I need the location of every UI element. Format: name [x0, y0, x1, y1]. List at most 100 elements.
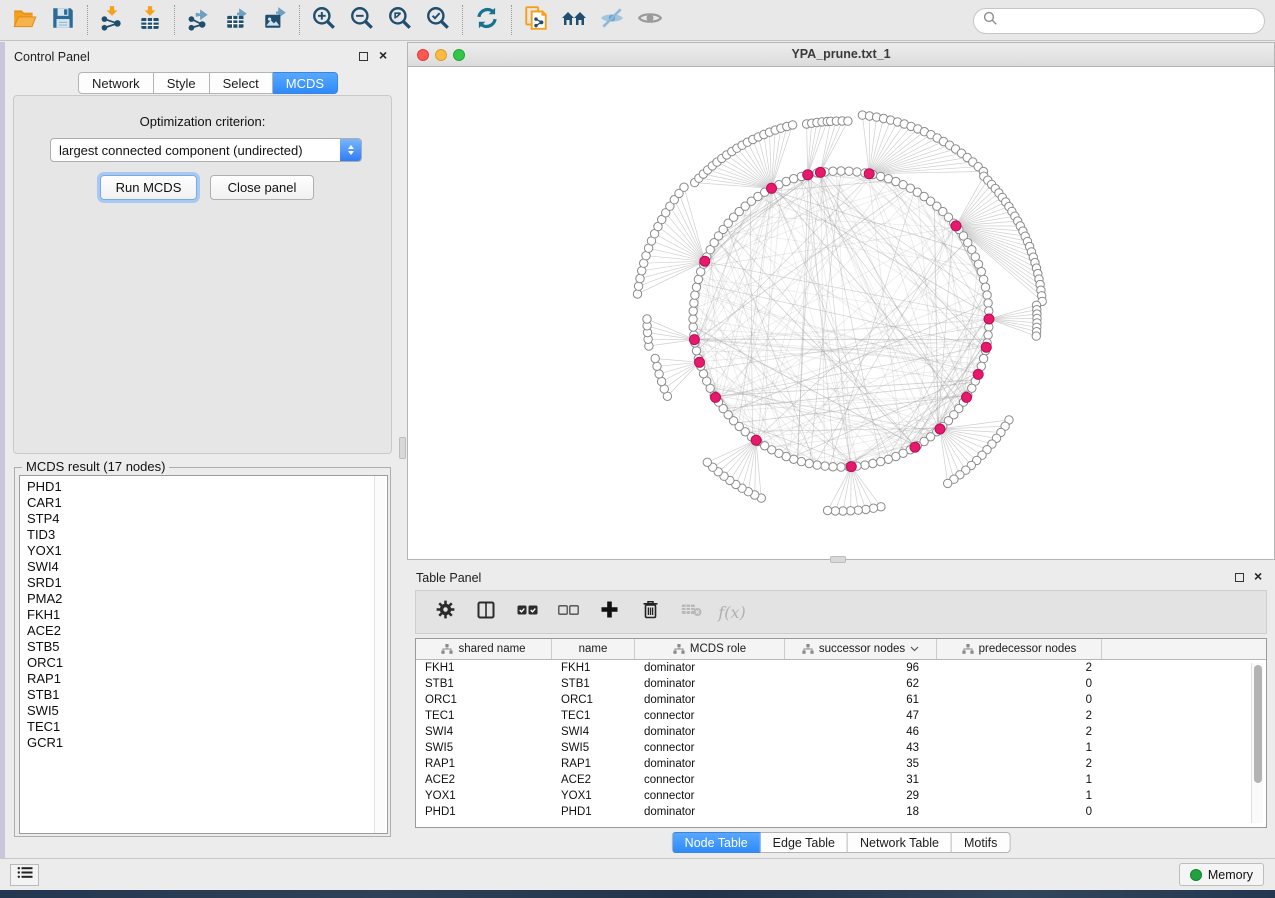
close-panel-button[interactable]: Close panel [210, 175, 314, 200]
mcds-result-item[interactable]: SRD1 [27, 575, 387, 591]
table-row[interactable]: SWI4SWI4dominator462 [416, 724, 1266, 740]
import-table-button[interactable] [131, 2, 169, 38]
import-network-icon [99, 5, 125, 36]
mcds-result-list: PHD1CAR1STP4TID3YOX1SWI4SRD1PMA2FKH1ACE2… [19, 475, 388, 834]
cell-shared-name: SWI4 [416, 726, 552, 738]
tab-style[interactable]: Style [154, 72, 210, 94]
mcds-result-item[interactable]: SWI5 [27, 703, 387, 719]
run-mcds-button[interactable]: Run MCDS [100, 175, 197, 200]
mcds-result-item[interactable]: CAR1 [27, 495, 387, 511]
mcds-panel: Optimization criterion: largest connecte… [13, 95, 392, 454]
network-canvas[interactable] [408, 67, 1274, 559]
add-column-button[interactable] [596, 599, 622, 625]
close-panel-icon[interactable]: × [1254, 568, 1262, 584]
cell-shared-name: SWI5 [416, 742, 552, 754]
table-scrollbar[interactable] [1251, 663, 1263, 823]
tab-motifs[interactable]: Motifs [952, 832, 1010, 853]
select-stepper-icon [340, 139, 361, 161]
first-neighbors-button[interactable] [555, 2, 593, 38]
column-header-predecessor-nodes[interactable]: predecessor nodes [937, 639, 1102, 659]
tab-network-table[interactable]: Network Table [848, 832, 952, 853]
show-all-button[interactable] [631, 2, 669, 38]
zoom-fit-button[interactable] [381, 2, 419, 38]
select-all-button[interactable] [514, 599, 540, 625]
mcds-result-item[interactable]: GCR1 [27, 735, 387, 751]
mcds-result-item[interactable]: TID3 [27, 527, 387, 543]
mcds-result-item[interactable]: RAP1 [27, 671, 387, 687]
table-settings-button[interactable] [432, 599, 458, 625]
cell-mcds-role: connector [635, 710, 785, 722]
table-row[interactable]: PHD1PHD1dominator180 [416, 804, 1266, 820]
tab-mcds[interactable]: MCDS [273, 72, 338, 94]
mcds-result-item[interactable]: PHD1 [27, 479, 387, 495]
tab-node-table[interactable]: Node Table [672, 832, 761, 853]
refresh-view-button[interactable] [468, 2, 506, 38]
cell-successor-nodes: 18 [785, 806, 937, 818]
mcds-result-item[interactable]: PMA2 [27, 591, 387, 607]
open-file-button[interactable] [6, 2, 44, 38]
function-builder-button[interactable]: f(x) [719, 599, 745, 625]
cell-predecessor-nodes: 2 [937, 726, 1102, 738]
column-header-shared-name[interactable]: shared name [416, 639, 552, 659]
export-image-button[interactable] [256, 2, 294, 38]
table-row[interactable]: TEC1TEC1connector472 [416, 708, 1266, 724]
control-panel: Control Panel × NetworkStyleSelectMCDS O… [5, 42, 400, 858]
export-network-button[interactable] [180, 2, 218, 38]
horizontal-splitter-handle[interactable] [830, 556, 846, 563]
column-layout-button[interactable] [473, 599, 499, 625]
mcds-result-item[interactable]: STP4 [27, 511, 387, 527]
delete-column-button[interactable] [637, 599, 663, 625]
table-row[interactable]: FKH1FKH1dominator962 [416, 660, 1266, 676]
vertical-splitter-handle[interactable] [399, 437, 406, 459]
close-panel-icon[interactable]: × [379, 47, 387, 63]
memory-button[interactable]: Memory [1179, 863, 1264, 886]
hide-selected-button[interactable] [593, 2, 631, 38]
search-input[interactable] [1004, 14, 1255, 28]
clone-network-icon [523, 5, 549, 36]
table-row[interactable]: ACE2ACE2connector311 [416, 772, 1266, 788]
mcds-result-item[interactable]: YOX1 [27, 543, 387, 559]
mcds-result-item[interactable]: TEC1 [27, 719, 387, 735]
zoom-selected-button[interactable] [419, 2, 457, 38]
table-row[interactable]: ORC1ORC1dominator610 [416, 692, 1266, 708]
column-header-mcds-role[interactable]: MCDS role [635, 639, 785, 659]
save-session-button[interactable] [44, 2, 82, 38]
mcds-result-item[interactable]: ACE2 [27, 623, 387, 639]
table-row[interactable]: RAP1RAP1dominator352 [416, 756, 1266, 772]
mcds-result-item[interactable]: ORC1 [27, 655, 387, 671]
zoom-out-button[interactable] [343, 2, 381, 38]
tab-network[interactable]: Network [78, 72, 154, 94]
import-network-button[interactable] [93, 2, 131, 38]
table-scrollbar-thumb[interactable] [1254, 665, 1262, 783]
search-box[interactable] [973, 8, 1265, 34]
unchecked-boxes-icon [558, 603, 579, 621]
table-row[interactable]: SWI5SWI5connector431 [416, 740, 1266, 756]
criterion-select[interactable]: largest connected component (undirected) [50, 138, 362, 162]
delete-table-button[interactable] [678, 599, 704, 625]
gear-icon [436, 600, 455, 624]
mcds-list-scrollbar[interactable] [374, 476, 385, 833]
tab-select[interactable]: Select [210, 72, 273, 94]
column-header-successor-nodes[interactable]: successor nodes [785, 639, 937, 659]
deselect-all-button[interactable] [555, 599, 581, 625]
task-history-button[interactable] [10, 864, 39, 886]
zoom-in-button[interactable] [305, 2, 343, 38]
cell-shared-name: FKH1 [416, 662, 552, 674]
mcds-result-item[interactable]: SWI4 [27, 559, 387, 575]
mcds-result-item[interactable]: STB5 [27, 639, 387, 655]
table-row[interactable]: YOX1YOX1connector291 [416, 788, 1266, 804]
float-window-icon[interactable] [359, 52, 368, 61]
column-header-name[interactable]: name [552, 639, 635, 659]
export-table-button[interactable] [218, 2, 256, 38]
cell-successor-nodes: 61 [785, 694, 937, 706]
toolbar-separator [462, 5, 463, 35]
float-window-icon[interactable] [1235, 573, 1244, 582]
table-row[interactable]: STB1STB1dominator620 [416, 676, 1266, 692]
optimization-criterion-label: Optimization criterion: [14, 114, 391, 129]
table-body: FKH1FKH1dominator962STB1STB1dominator620… [416, 660, 1266, 820]
network-window-titlebar[interactable]: YPA_prune.txt_1 [408, 43, 1274, 67]
mcds-result-item[interactable]: FKH1 [27, 607, 387, 623]
tab-edge-table[interactable]: Edge Table [761, 832, 848, 853]
mcds-result-item[interactable]: STB1 [27, 687, 387, 703]
clone-network-button[interactable] [517, 2, 555, 38]
